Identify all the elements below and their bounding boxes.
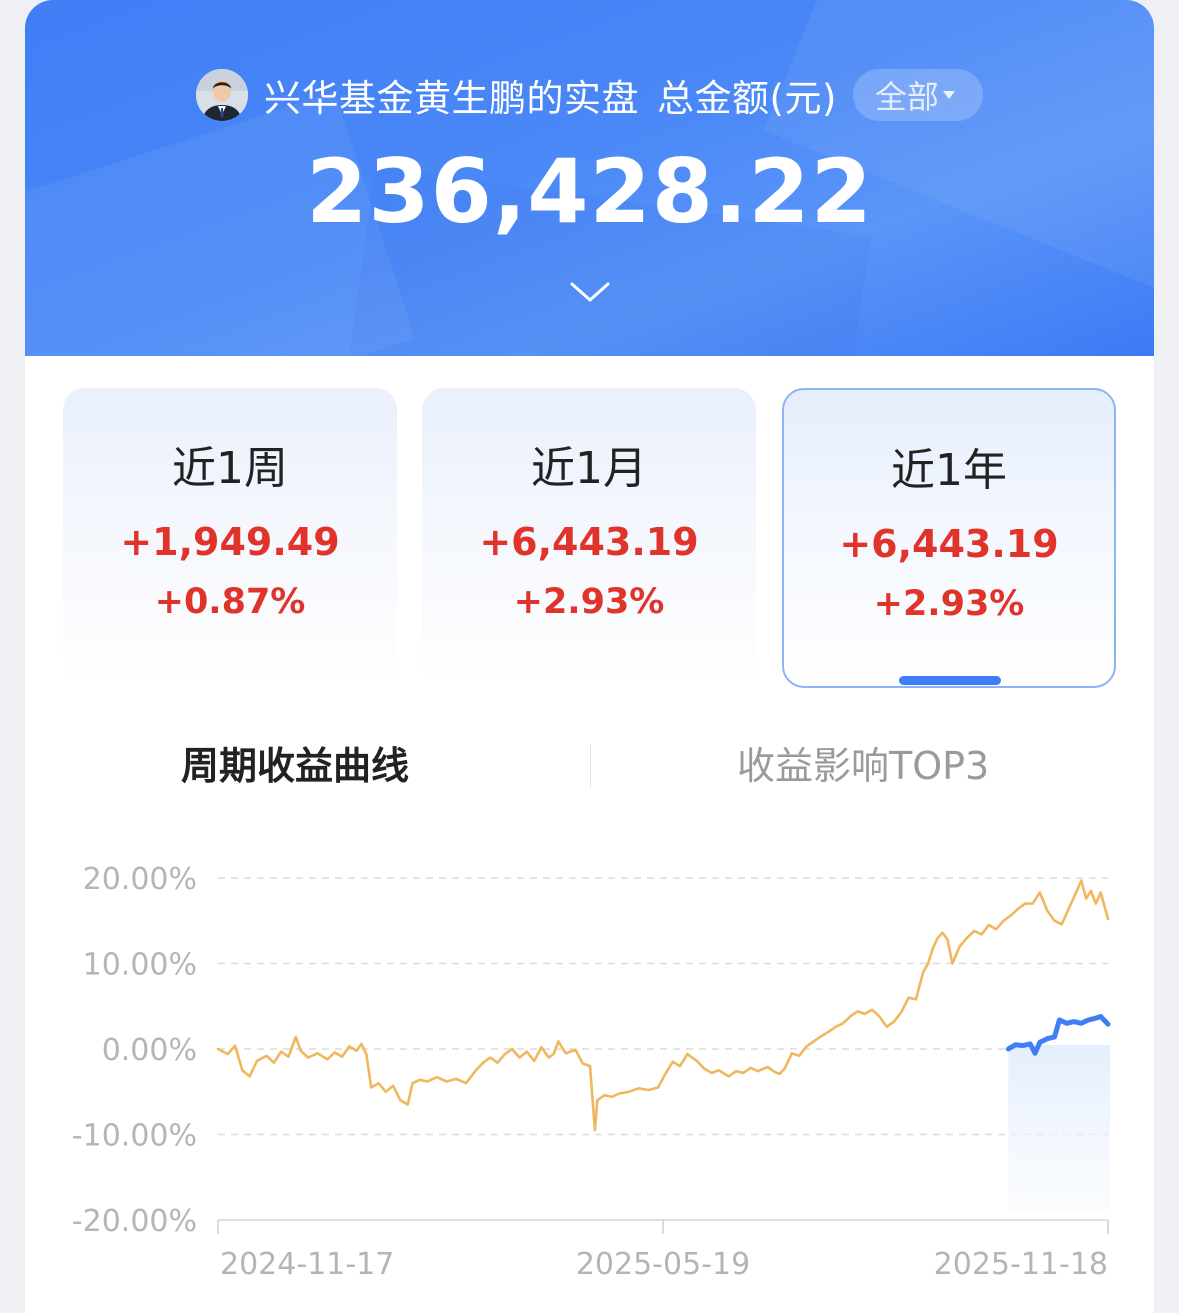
period-amount: +6,443.19 xyxy=(479,520,699,564)
scope-dropdown[interactable]: 全部 xyxy=(852,69,983,121)
y-tick-label: -20.00% xyxy=(72,1204,197,1239)
period-percent: +2.93% xyxy=(873,584,1025,624)
period-percent: +0.87% xyxy=(154,582,306,622)
tab-period-curve[interactable]: 周期收益曲线 xyxy=(181,732,409,792)
owner-name: 兴华基金黄生鹏的实盘 xyxy=(264,77,640,120)
tab-top3-impact[interactable]: 收益影响TOP3 xyxy=(737,732,989,792)
y-tick-label: 20.00% xyxy=(83,862,197,897)
caret-down-icon xyxy=(942,91,955,99)
recent-period-highlight xyxy=(1008,1045,1110,1210)
title-row: 兴华基金黄生鹏的实盘 总金额(元) 全部 xyxy=(25,66,1154,124)
summary-header: 兴华基金黄生鹏的实盘 总金额(元) 全部 236,428.22 xyxy=(25,0,1154,356)
x-tick-label: 2025-11-18 xyxy=(934,1247,1108,1282)
period-card-month[interactable]: 近1月 +6,443.19 +2.93% xyxy=(422,388,756,688)
scope-label: 全部 xyxy=(874,78,939,116)
total-amount: 236,428.22 xyxy=(306,140,873,243)
period-card-week[interactable]: 近1周 +1,949.49 +0.87% xyxy=(63,388,397,688)
period-label: 近1月 xyxy=(531,443,647,494)
period-label: 近1周 xyxy=(172,443,288,494)
period-amount: +1,949.49 xyxy=(120,520,340,564)
y-tick-label: -10.00% xyxy=(72,1119,197,1154)
selected-indicator xyxy=(899,676,1001,685)
avatar[interactable] xyxy=(196,69,249,121)
return-curve-chart[interactable]: 20.00% 10.00% 0.00% -10.00% -20.00% 2024-11-1… xyxy=(25,840,1154,1300)
tab-divider xyxy=(590,744,591,788)
x-tick-label: 2025-05-19 xyxy=(576,1247,750,1282)
fund-card: 兴华基金黄生鹏的实盘 总金额(元) 全部 236,428.22 近1周 +1,94… xyxy=(25,0,1154,1313)
total-amount-label: 总金额(元) xyxy=(657,77,837,120)
y-tick-label: 10.00% xyxy=(83,948,197,983)
y-tick-label: 0.00% xyxy=(102,1033,197,1068)
period-card-year[interactable]: 近1年 +6,443.19 +2.93% xyxy=(782,388,1116,688)
period-amount: +6,443.19 xyxy=(839,522,1059,566)
period-label: 近1年 xyxy=(891,445,1007,496)
period-percent: +2.93% xyxy=(513,582,665,622)
x-tick-label: 2024-11-17 xyxy=(220,1247,394,1282)
chevron-down-icon[interactable] xyxy=(569,280,611,304)
series-line-cumulative xyxy=(216,879,1110,1132)
